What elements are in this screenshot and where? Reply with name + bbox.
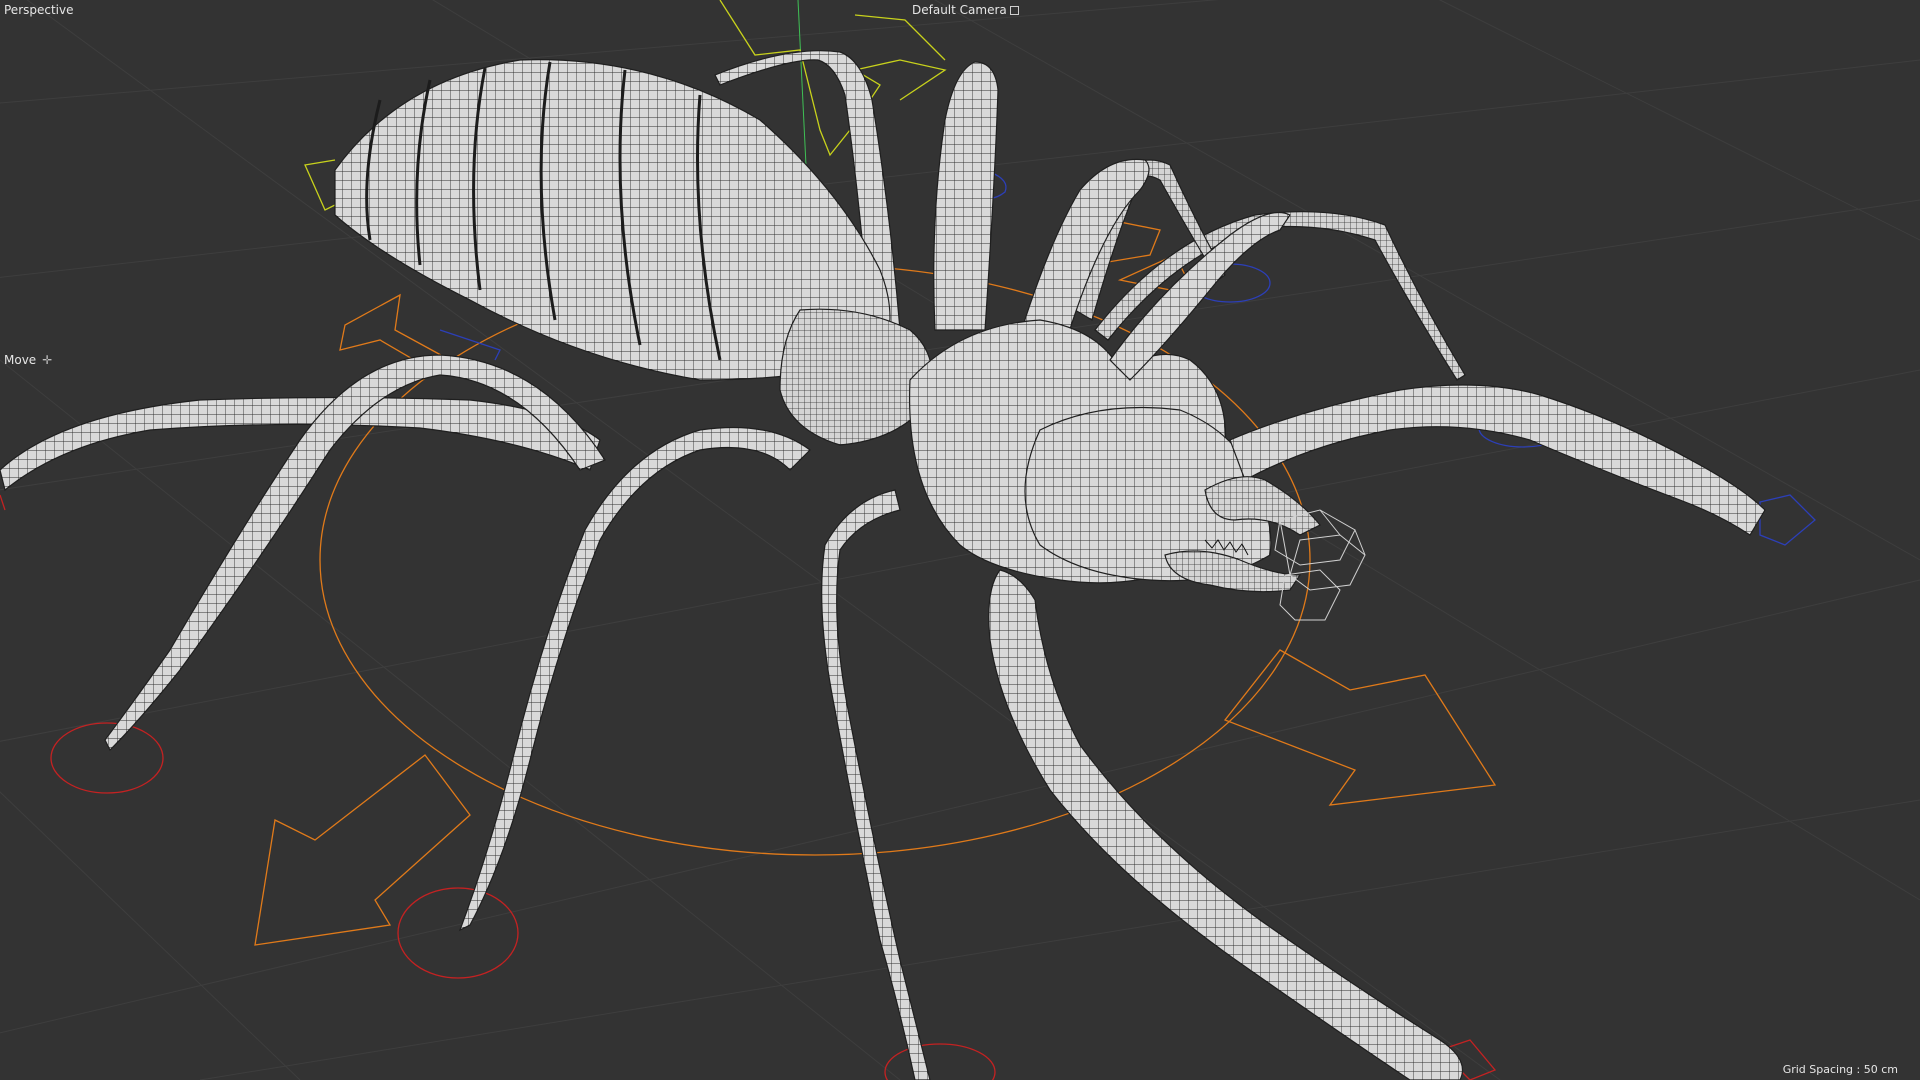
grid-spacing-label: Grid Spacing : 50 cm bbox=[1782, 1063, 1898, 1076]
spider-mesh[interactable] bbox=[0, 50, 1766, 1080]
leg-right-front-long[interactable] bbox=[988, 569, 1464, 1080]
waist[interactable] bbox=[779, 308, 934, 446]
move-cross-icon: ✛ bbox=[42, 353, 53, 367]
camera-selector[interactable]: Default Camera bbox=[912, 3, 1019, 17]
tool-name: Move bbox=[4, 353, 37, 367]
camera-square-icon bbox=[1009, 6, 1019, 15]
3d-viewport[interactable]: Perspective Default Camera Move ✛ Grid Sp… bbox=[0, 0, 1920, 1080]
move-arrow-front-left[interactable] bbox=[254, 754, 471, 946]
leg-left-4[interactable] bbox=[821, 489, 931, 1080]
view-name-label[interactable]: Perspective bbox=[4, 3, 74, 17]
active-tool-label: Move ✛ bbox=[4, 353, 52, 367]
leg-top-mid[interactable] bbox=[933, 61, 999, 331]
viewport-canvas[interactable] bbox=[0, 0, 1920, 1080]
move-arrow-front-right[interactable] bbox=[1223, 649, 1497, 806]
camera-name: Default Camera bbox=[912, 3, 1007, 17]
leg-top-right[interactable] bbox=[1019, 158, 1150, 346]
chelicera-lower[interactable] bbox=[1164, 550, 1302, 593]
